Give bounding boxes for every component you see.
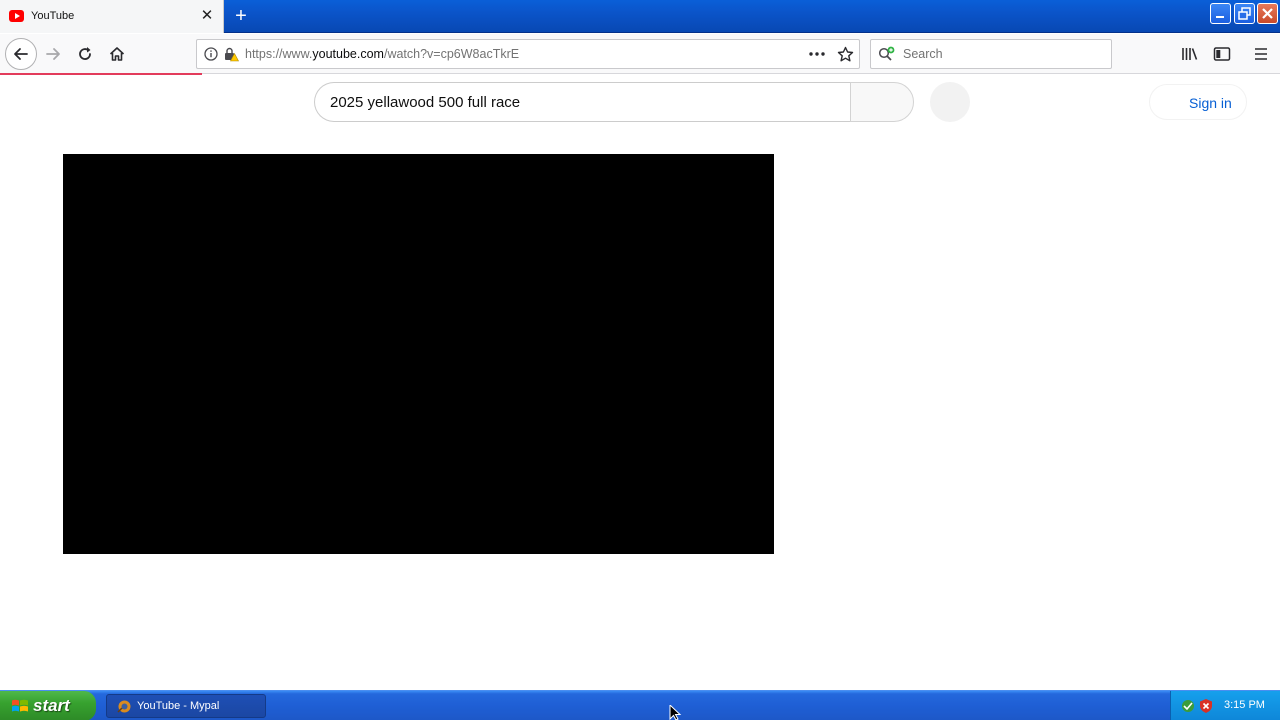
bookmark-star-icon[interactable] (837, 46, 854, 68)
taskbar-item-youtube-mypal[interactable]: YouTube - Mypal (106, 694, 266, 718)
sidebar-icon[interactable] (1208, 40, 1236, 68)
forward-button-icon[interactable] (39, 40, 67, 68)
tab-title: YouTube (31, 10, 75, 22)
voice-search-button[interactable] (930, 82, 970, 122)
reload-icon[interactable] (71, 40, 99, 68)
library-icon[interactable] (1176, 40, 1204, 68)
browser-search-bar[interactable]: Search (870, 39, 1112, 69)
youtube-search-query: 2025 yellawood 500 full race (330, 94, 521, 111)
taskbar: start YouTube - Mypal 3:15 PM (0, 690, 1280, 720)
sign-in-label: Sign in (1189, 95, 1232, 111)
start-button[interactable]: start (0, 691, 96, 720)
search-placeholder: Search (903, 47, 943, 61)
minimize-icon[interactable] (1210, 3, 1231, 24)
video-player[interactable] (63, 154, 774, 554)
home-icon[interactable] (103, 40, 131, 68)
screen: YouTube ✕ + https://www.youtube.com/watc… (0, 0, 1280, 720)
tab-close-icon[interactable]: ✕ (199, 8, 215, 24)
youtube-search-button[interactable] (850, 82, 914, 122)
network-tray-icon[interactable] (1180, 698, 1196, 719)
restore-icon[interactable] (1234, 3, 1255, 24)
security-alert-tray-icon[interactable] (1198, 698, 1214, 719)
url-text[interactable]: https://www.youtube.com/watch?v=cp6W8acT… (245, 47, 519, 61)
insecure-lock-icon[interactable] (223, 46, 239, 67)
hamburger-menu-icon[interactable] (1247, 40, 1275, 68)
windows-logo-icon (12, 699, 28, 712)
clock: 3:15 PM (1224, 699, 1265, 711)
close-window-icon[interactable] (1257, 3, 1278, 24)
system-tray: 3:15 PM (1170, 691, 1280, 720)
page-actions-icon[interactable] (808, 46, 826, 67)
mouse-cursor-icon (669, 705, 682, 720)
youtube-search-input[interactable]: 2025 yellawood 500 full race (314, 82, 851, 122)
back-button-icon[interactable] (5, 38, 37, 70)
youtube-favicon-icon (9, 10, 24, 22)
tab-youtube[interactable]: YouTube ✕ (0, 0, 224, 33)
new-tab-icon[interactable]: + (230, 6, 252, 26)
sign-in-button[interactable]: Sign in (1149, 84, 1247, 120)
mypal-browser-icon (117, 700, 131, 713)
taskbar-item-label: YouTube - Mypal (137, 700, 220, 712)
url-bar[interactable]: https://www.youtube.com/watch?v=cp6W8acT… (196, 39, 860, 69)
page-load-progress (0, 73, 202, 75)
nav-toolbar: https://www.youtube.com/watch?v=cp6W8acT… (0, 34, 1280, 74)
start-label: start (33, 696, 70, 715)
info-icon[interactable] (204, 47, 218, 66)
search-engine-icon (878, 46, 896, 67)
tab-strip: YouTube ✕ + (0, 0, 1280, 33)
